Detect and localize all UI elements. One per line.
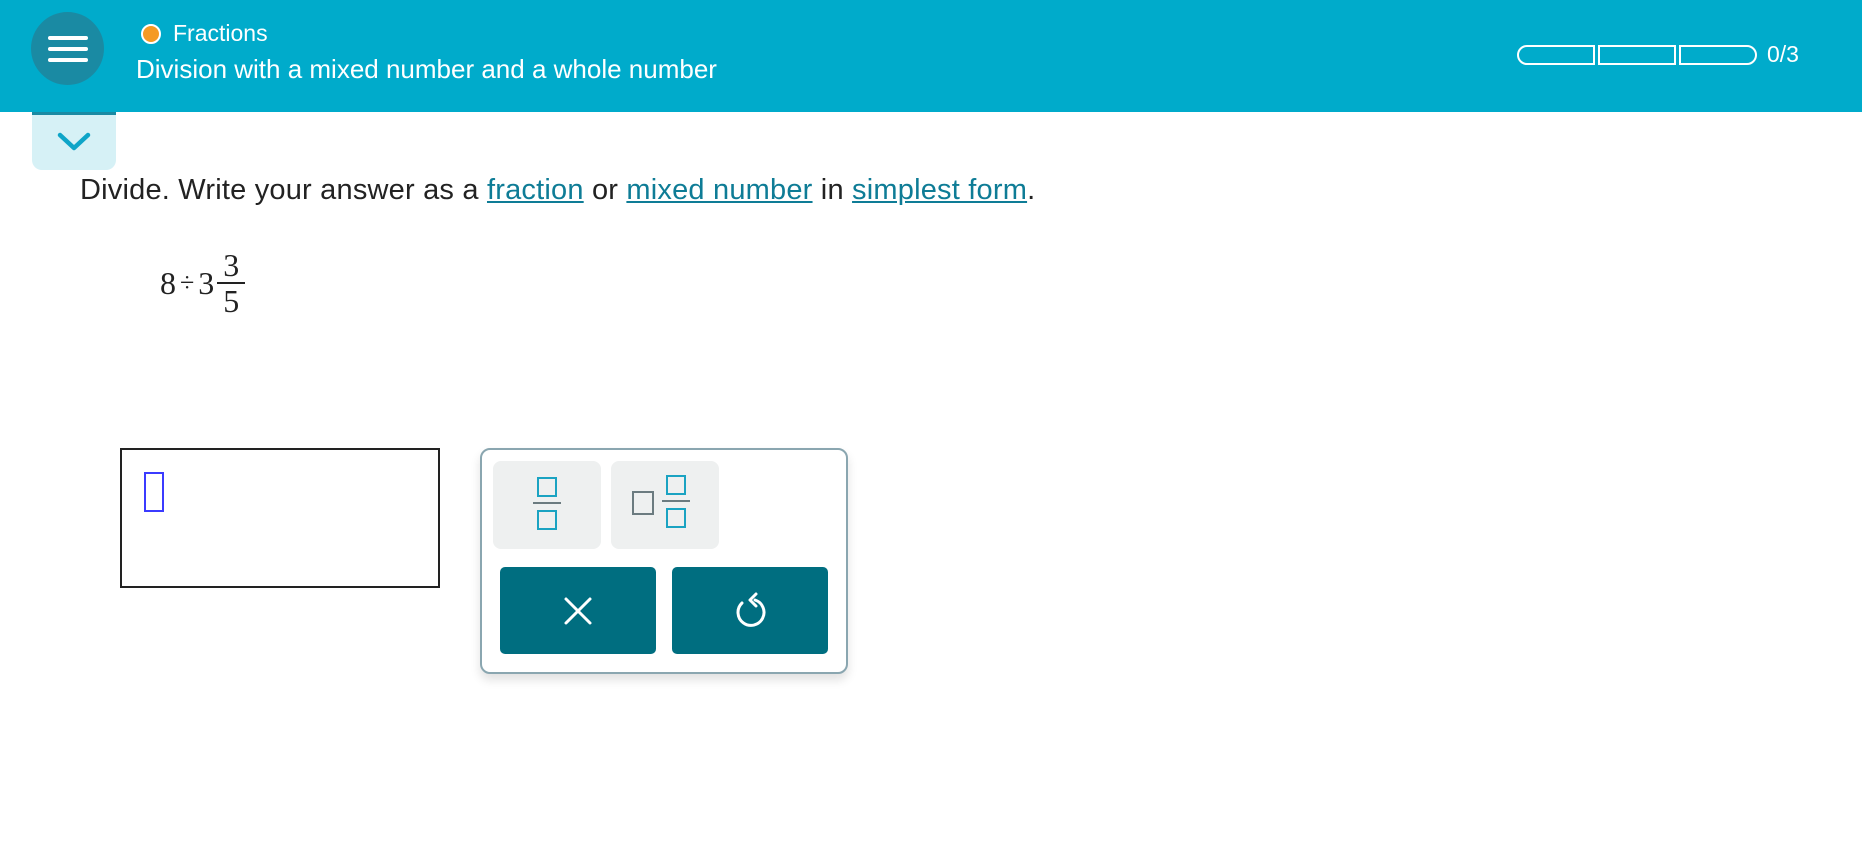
dividend: 8 <box>160 264 176 301</box>
answer-input[interactable] <box>120 448 440 588</box>
link-mixed-number[interactable]: mixed number <box>626 174 812 206</box>
instructions-end: . <box>1027 174 1036 206</box>
progress-segment <box>1517 44 1595 65</box>
instructions-lead: Divide. Write your answer as a <box>80 174 487 206</box>
instructions: Divide. Write your answer as a fraction … <box>80 174 1035 207</box>
menu-button[interactable] <box>31 12 104 85</box>
fraction-numerator: 3 <box>223 247 240 283</box>
division-operator: ÷ <box>180 268 195 297</box>
topic-row: Fractions <box>141 20 268 47</box>
instructions-mid: in <box>812 174 853 206</box>
close-icon <box>564 597 592 625</box>
instructions-mid: or <box>583 174 627 206</box>
math-problem: 8 ÷ 3 3 5 <box>160 238 246 328</box>
undo-icon <box>736 592 766 627</box>
link-fraction[interactable]: fraction <box>487 174 584 206</box>
input-cursor-slot <box>144 472 164 512</box>
progress-indicator: 0/3 <box>1517 41 1799 68</box>
mixed-number-template-icon <box>632 475 690 528</box>
skill-title: Division with a mixed number and a whole… <box>136 54 717 84</box>
progress-count: 0/3 <box>1767 41 1799 67</box>
mixed-number-template-button[interactable] <box>611 461 719 549</box>
top-header-bar: Fractions Division with a mixed number a… <box>0 0 1862 112</box>
hamburger-icon-line <box>48 36 88 40</box>
hamburger-icon-line <box>48 47 88 51</box>
collapse-toggle-button[interactable] <box>32 112 116 170</box>
hamburger-icon-line <box>48 58 88 62</box>
undo-button[interactable] <box>672 567 828 654</box>
chevron-down-icon <box>57 132 91 151</box>
progress-segment <box>1679 44 1757 65</box>
fraction-template-icon <box>533 477 561 530</box>
mixed-number-whole: 3 <box>198 264 215 301</box>
progress-segment <box>1598 44 1676 65</box>
fraction-denominator: 5 <box>223 283 240 319</box>
math-keypad <box>480 448 848 674</box>
clear-button[interactable] <box>500 567 656 654</box>
fraction-template-button[interactable] <box>493 461 601 549</box>
topic-status-dot-icon <box>141 23 161 44</box>
link-simplest-form[interactable]: simplest form <box>852 174 1027 206</box>
topic-label: Fractions <box>173 20 268 46</box>
mixed-number-fraction: 3 5 <box>217 247 246 319</box>
